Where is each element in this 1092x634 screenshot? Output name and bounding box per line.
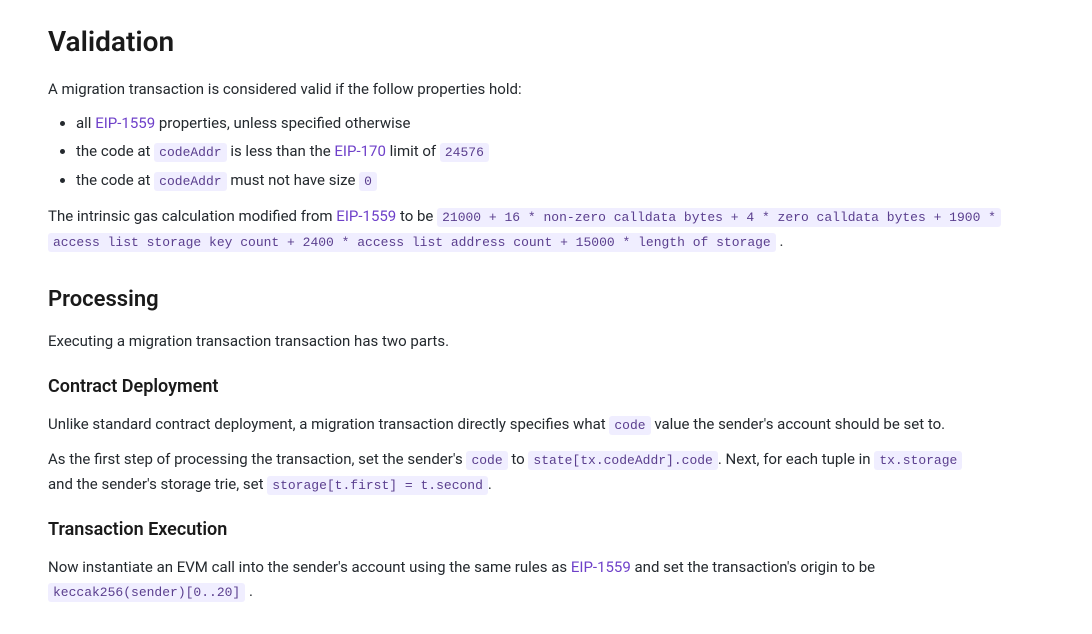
bullet-text-3a: the code at (76, 171, 154, 189)
eip-1559-link-3[interactable]: EIP-1559 (571, 558, 631, 576)
eip-1559-link-2[interactable]: EIP-1559 (336, 207, 396, 225)
tx-exec-mid: and set the transaction's origin to be (631, 558, 875, 576)
list-item: the code at codeAddr must not have size … (76, 168, 1044, 193)
tx-exec-period: . (245, 582, 253, 600)
eip-1559-link-1[interactable]: EIP-1559 (95, 114, 155, 132)
zero-number: 0 (359, 172, 377, 191)
detail-next-text: . Next, for each tuple in (718, 450, 874, 468)
gas-formula-line1: 21000 + 16 * non-zero calldata bytes + 4… (437, 208, 1001, 227)
validation-heading: Validation (48, 20, 1044, 65)
code-inline: code (609, 416, 650, 435)
gas-to-be-text: to be (396, 207, 437, 225)
bullet-text-3b: must not have size (227, 171, 360, 189)
limit-number: 24576 (440, 143, 489, 162)
bullet-text-2c: limit of (386, 142, 440, 160)
processing-heading: Processing (48, 282, 1044, 317)
detail-to-text: to (508, 450, 529, 468)
gas-formula-paragraph: The intrinsic gas calculation modified f… (48, 204, 1044, 254)
bullet-text-1b: properties, unless specified otherwise (155, 114, 410, 132)
detail-and-text: and the sender's storage trie, set (48, 475, 267, 493)
detail-text-before: As the first step of processing the tran… (48, 450, 466, 468)
tx-exec-before: Now instantiate an EVM call into the sen… (48, 558, 571, 576)
bullet-text-2b: is less than the (227, 142, 335, 160)
processing-intro: Executing a migration transaction transa… (48, 329, 1044, 353)
storage-set-inline: storage[t.first] = t.second (267, 476, 488, 495)
list-item: the code at codeAddr is less than the EI… (76, 139, 1044, 164)
tx-storage-inline: tx.storage (874, 451, 962, 470)
bullet-text-2a: the code at (76, 142, 154, 160)
gas-formula-line2: access list storage key count + 2400 * a… (48, 233, 776, 252)
code-addr-inline-1: codeAddr (154, 143, 226, 162)
validation-intro: A migration transaction is considered va… (48, 77, 1044, 101)
code-inline-2: code (466, 451, 507, 470)
contract-deployment-heading: Contract Deployment (48, 373, 1044, 402)
validation-list: all EIP-1559 properties, unless specifie… (76, 111, 1044, 193)
gas-intro-text: The intrinsic gas calculation modified f… (48, 207, 336, 225)
list-item: all EIP-1559 properties, unless specifie… (76, 111, 1044, 135)
bullet-text-1a: all (76, 114, 95, 132)
keccak-inline: keccak256(sender)[0..20] (48, 583, 245, 602)
contract-deployment-text: Unlike standard contract deployment, a m… (48, 412, 1044, 437)
contract-deploy-before: Unlike standard contract deployment, a m… (48, 415, 609, 433)
state-code-inline: state[tx.codeAddr].code (528, 451, 717, 470)
code-addr-inline-2: codeAddr (154, 172, 226, 191)
transaction-execution-heading: Transaction Execution (48, 516, 1044, 545)
contract-deployment-detail: As the first step of processing the tran… (48, 447, 1044, 497)
contract-deploy-after: value the sender's account should be set… (651, 415, 946, 433)
eip-170-link[interactable]: EIP-170 (334, 142, 386, 160)
gas-period: . (776, 232, 784, 250)
detail-period: . (488, 475, 492, 493)
transaction-execution-text: Now instantiate an EVM call into the sen… (48, 555, 1044, 604)
